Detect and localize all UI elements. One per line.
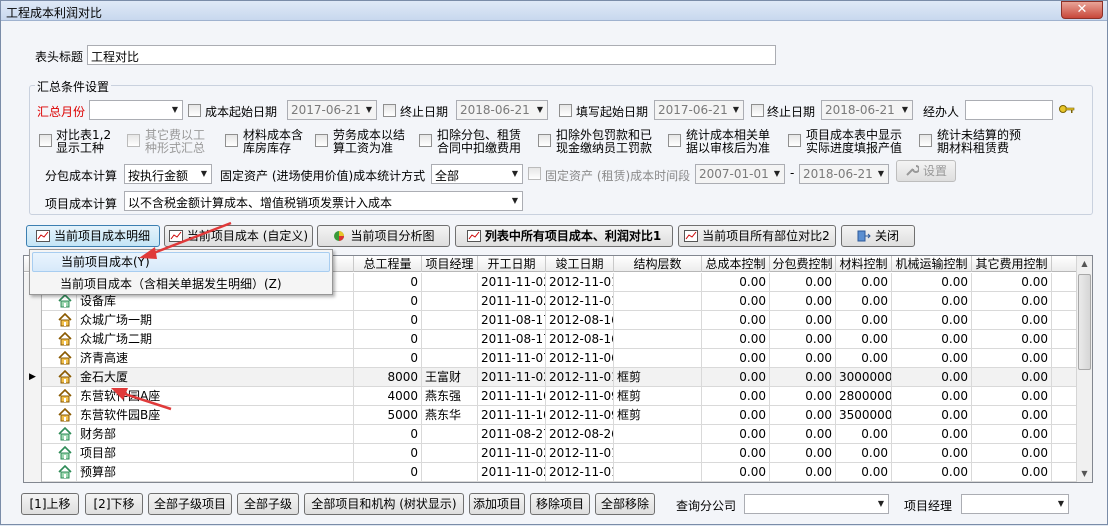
- chevron-down-icon: ▼: [1057, 499, 1065, 508]
- arrow-to-menu: [150, 221, 232, 256]
- add-project-button[interactable]: 添加项目: [469, 493, 525, 515]
- arrow-head-row: [111, 388, 128, 400]
- branch-select[interactable]: ▼: [744, 494, 889, 514]
- arrow-to-row: [124, 392, 172, 411]
- move-down-button[interactable]: [2]下移: [85, 493, 143, 515]
- move-up-button[interactable]: [1]上移: [21, 493, 79, 515]
- main-window: 工程成本利润对比 ✕ 表头标题 工程对比 汇总条件设置 汇总月份 ▼ 成本起始日…: [0, 0, 1108, 525]
- pm-select[interactable]: ▼: [961, 494, 1069, 514]
- branch-label: 查询分公司: [676, 499, 737, 513]
- remove-all-button[interactable]: 全部移除: [595, 493, 655, 515]
- remove-project-button[interactable]: 移除项目: [530, 493, 590, 515]
- all-projects-tree-button[interactable]: 全部项目和机构 (树状显示): [304, 493, 464, 515]
- annotation-arrows: [111, 221, 232, 411]
- chevron-down-icon: ▼: [877, 499, 885, 508]
- all-sub-projects-button[interactable]: 全部子级项目: [148, 493, 232, 515]
- all-children-button[interactable]: 全部子级: [237, 493, 299, 515]
- arrow-head-menu: [139, 247, 157, 259]
- pm-label: 项目经理: [904, 499, 953, 513]
